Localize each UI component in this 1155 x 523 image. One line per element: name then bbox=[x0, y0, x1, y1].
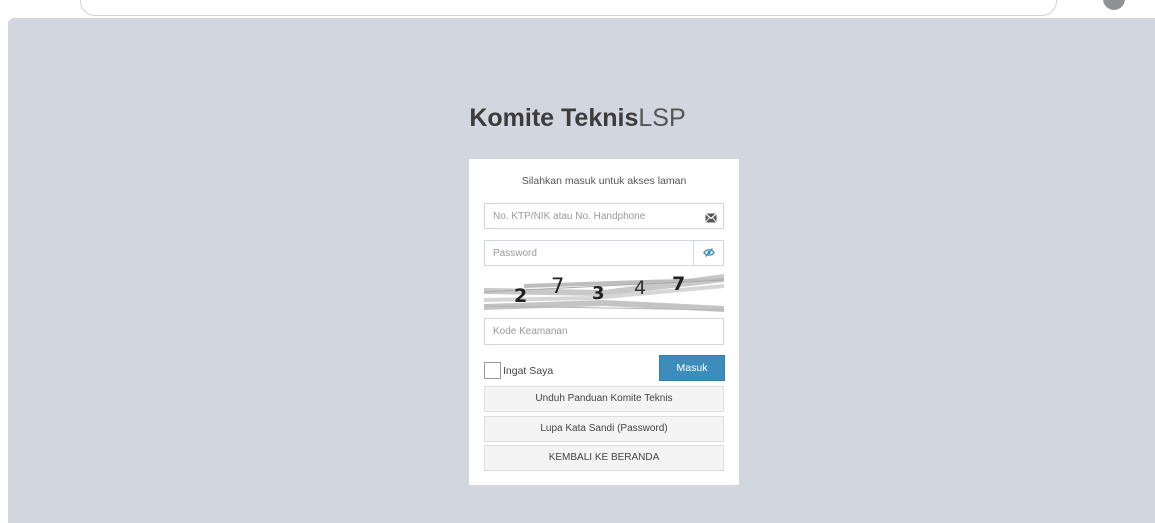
logo-light-text: LSP bbox=[638, 104, 686, 132]
security-code-field bbox=[484, 318, 724, 345]
download-guide-button[interactable]: Unduh Panduan Komite Teknis bbox=[484, 386, 724, 412]
browser-toolbar bbox=[0, 0, 1155, 18]
captcha-digit: 2 bbox=[514, 285, 527, 307]
envelope-icon bbox=[705, 210, 717, 223]
captcha-digit: 4 bbox=[634, 277, 646, 299]
captcha-image: 2 7 3 4 7 bbox=[483, 270, 725, 318]
login-button[interactable]: Masuk bbox=[659, 355, 725, 381]
app-logo: Komite TeknisLSP bbox=[0, 104, 1155, 133]
back-home-button[interactable]: KEMBALI KE BERANDA bbox=[484, 445, 724, 471]
password-input[interactable] bbox=[485, 241, 693, 265]
remember-checkbox[interactable] bbox=[484, 362, 501, 379]
security-code-input[interactable] bbox=[485, 319, 693, 344]
captcha-digit: 3 bbox=[592, 283, 605, 304]
captcha-digit: 7 bbox=[551, 274, 564, 298]
login-message: Silahkan masuk untuk akses laman bbox=[521, 175, 687, 187]
forgot-password-button[interactable]: Lupa Kata Sandi (Password) bbox=[484, 416, 724, 442]
password-field bbox=[484, 240, 724, 266]
login-box: Silahkan masuk untuk akses laman No. KTP… bbox=[469, 159, 739, 485]
remember-label: Ingat Saya bbox=[503, 365, 554, 377]
ktp-input[interactable] bbox=[485, 204, 693, 228]
profile-avatar[interactable] bbox=[1103, 0, 1125, 10]
ktp-field bbox=[484, 203, 724, 229]
address-bar[interactable] bbox=[80, 0, 1057, 16]
captcha-digit: 7 bbox=[672, 273, 685, 295]
logo-bold-text: Komite Teknis bbox=[469, 104, 639, 132]
toggle-password-button[interactable] bbox=[693, 241, 723, 265]
eye-slash-icon bbox=[703, 248, 715, 257]
